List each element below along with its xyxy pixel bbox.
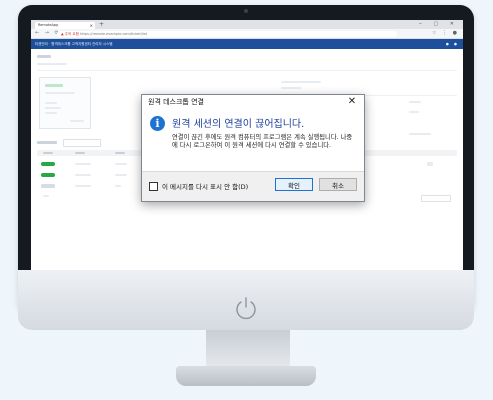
url-text: https://remote.example.com/ticket/list (79, 31, 148, 36)
table-cell (115, 174, 127, 176)
status-badge (41, 162, 55, 166)
panel-line (45, 92, 75, 94)
app-header-title: 티켓관리 · 원격데스크톱 고객지원센터 관리자 시스템 (35, 42, 113, 46)
status-badge (41, 184, 55, 188)
tab-close-icon[interactable]: × (90, 22, 93, 29)
dialog-body: i 원격 세션의 연결이 끊어집니다. 연결이 끊긴 후에도 원격 컴퓨터의 프… (142, 110, 364, 172)
tab-title: RemoteApp (38, 23, 59, 27)
cancel-button[interactable]: 취소 (319, 178, 357, 191)
status-chip (45, 84, 63, 87)
table-cell (115, 163, 127, 165)
dont-show-again-label[interactable]: 이 메시지를 다시 표시 안 함(D) (162, 181, 248, 191)
filter-select[interactable] (63, 139, 101, 147)
url-field[interactable]: ▲ 주의 요함 https://remote.example.com/ticke… (57, 30, 397, 37)
browser-toolbar-icons[interactable]: ☆ ⋮ ● (432, 30, 459, 36)
table-header-cell (115, 152, 125, 154)
table-header-cell (75, 152, 85, 154)
panel-line (45, 112, 57, 114)
dialog-message: 연결이 끊긴 후에도 원격 컴퓨터의 프로그램은 계속 실행됩니다. 나중에 다… (172, 134, 353, 149)
table-cell (75, 185, 91, 187)
security-warning: ▲ 주의 요함 (61, 31, 79, 36)
dialog-heading: 원격 세션의 연결이 끊어집니다. (172, 119, 305, 130)
browser-tab[interactable]: RemoteApp × (35, 22, 95, 29)
monitor-chin (18, 270, 474, 330)
table-cell (75, 163, 91, 165)
panel-line (45, 102, 57, 104)
window-controls[interactable]: ‒ ▢ ✕ (419, 21, 459, 27)
camera-dot (244, 9, 248, 13)
new-tab-icon[interactable]: + (99, 21, 104, 28)
address-bar-row: ← → ⟳ ▲ 주의 요함 https://remote.example.com… (31, 29, 463, 39)
detail-label (281, 87, 301, 89)
detail-value (409, 133, 431, 135)
table-cell (115, 185, 121, 187)
detail-label (281, 81, 321, 83)
disconnect-dialog: 원격 데스크톱 연결 ✕ i 원격 세션의 연결이 끊어집니다. 연결이 끊긴 … (141, 94, 365, 202)
table-cell (43, 195, 49, 197)
panel-line (70, 120, 84, 122)
detail-value (409, 111, 419, 113)
panel-line (45, 107, 61, 109)
header-icons[interactable]: ● ● (446, 39, 459, 49)
app-header: 티켓관리 · 원격데스크톱 고객지원센터 관리자 시스템 ● ● (31, 39, 463, 49)
table-cell (75, 174, 91, 176)
info-panel (39, 77, 91, 129)
dialog-titlebar: 원격 데스크톱 연결 ✕ (142, 95, 364, 110)
detail-value (409, 101, 421, 103)
dialog-title: 원격 데스크톱 연결 (148, 98, 204, 106)
divider (37, 70, 457, 71)
dont-show-again-checkbox[interactable] (149, 182, 158, 191)
status-badge (41, 173, 55, 177)
info-icon: i (150, 116, 165, 131)
table-header-cell (43, 152, 53, 154)
pagination-select[interactable] (421, 195, 451, 202)
section-title-block (37, 141, 57, 144)
row-action-icon[interactable] (427, 162, 433, 166)
close-icon[interactable]: ✕ (346, 95, 358, 110)
breadcrumb-block (37, 63, 67, 65)
monitor-stand (206, 330, 290, 370)
page-title-block (37, 55, 51, 58)
dialog-footer: 이 메시지를 다시 표시 안 함(D) 확인 취소 (142, 171, 364, 201)
monitor-base (176, 366, 316, 386)
ok-button[interactable]: 확인 (275, 178, 313, 191)
browser-titlebar: RemoteApp × + ‒ ▢ ✕ (31, 20, 463, 29)
power-icon[interactable] (232, 294, 260, 322)
